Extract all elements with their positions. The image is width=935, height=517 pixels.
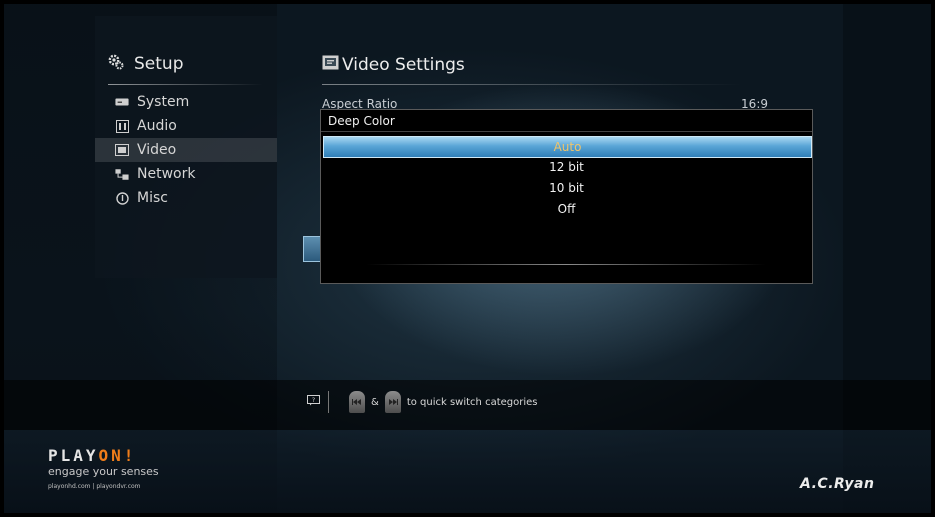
hint-separator xyxy=(328,391,329,413)
playon-logo: PLAYON! engage your senses xyxy=(48,448,159,479)
help-icon: ? xyxy=(307,395,320,409)
page-title-text: Video Settings xyxy=(342,55,465,75)
deep-color-dialog: Deep Color Auto 12 bit 10 bit Off xyxy=(320,109,813,284)
misc-icon xyxy=(115,191,129,205)
sidebar-item-misc[interactable]: Misc xyxy=(95,186,277,210)
hint-text: to quick switch categories xyxy=(406,396,538,408)
title-divider xyxy=(322,84,742,85)
hint: ? & to quick switch categories xyxy=(307,390,537,414)
sidebar-item-system[interactable]: System xyxy=(95,90,277,114)
network-icon xyxy=(115,168,129,180)
sidebar-item-label: Video xyxy=(137,142,177,158)
gear-icon xyxy=(108,54,124,75)
option-auto[interactable]: Auto xyxy=(323,136,812,158)
system-icon xyxy=(115,97,129,108)
dialog-title: Deep Color xyxy=(328,114,395,128)
sidebar-item-audio[interactable]: Audio xyxy=(95,114,277,138)
video-settings-icon xyxy=(322,55,339,75)
acryan-logo: A.C.Ryan xyxy=(800,476,875,492)
playon-logo-main: PLAY xyxy=(48,446,99,465)
sidebar-item-label: System xyxy=(137,94,190,110)
sidebar-item-label: Audio xyxy=(137,118,177,134)
screen: Setup System Audio Video Network Misc Vi… xyxy=(4,4,931,513)
sidebar-item-video[interactable]: Video xyxy=(95,138,277,162)
sidebar-title: Setup xyxy=(108,51,183,77)
skip-forward-button-icon xyxy=(384,391,401,413)
page-title: Video Settings xyxy=(322,53,465,77)
partial-highlight xyxy=(303,236,321,262)
video-icon xyxy=(115,144,129,156)
sidebar-item-label: Misc xyxy=(137,190,168,206)
dialog-bottom-divider xyxy=(366,264,766,265)
sidebar-menu: System Audio Video Network Misc xyxy=(95,90,277,210)
playon-urls: playonhd.com | playondvr.com xyxy=(48,483,141,490)
audio-icon xyxy=(115,119,129,133)
skip-back-button-icon xyxy=(349,391,365,413)
playon-tagline: engage your senses xyxy=(48,465,159,478)
sidebar-divider xyxy=(108,84,263,85)
sidebar-item-label: Network xyxy=(137,166,196,182)
hint-ampersand: & xyxy=(371,396,379,408)
svg-text:?: ? xyxy=(312,396,315,404)
option-10-bit[interactable]: 10 bit xyxy=(323,178,810,198)
option-off[interactable]: Off xyxy=(323,199,810,219)
option-12-bit[interactable]: 12 bit xyxy=(323,157,810,177)
sidebar-item-network[interactable]: Network xyxy=(95,162,277,186)
playon-wordmark: PLAYON! xyxy=(48,448,159,464)
dialog-title-divider xyxy=(321,131,812,132)
setup-label: Setup xyxy=(134,54,184,74)
playon-logo-accent: ON! xyxy=(98,446,137,465)
